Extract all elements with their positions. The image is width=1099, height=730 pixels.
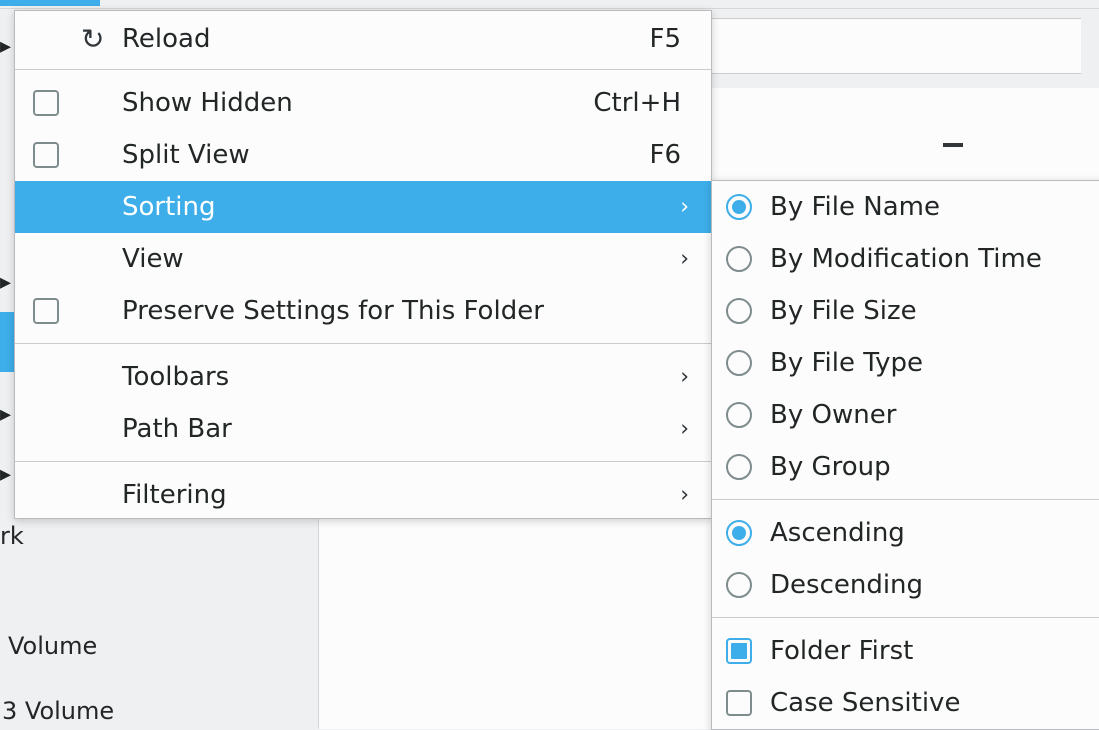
radio-by-file-name[interactable]	[726, 194, 752, 220]
sort-by-group[interactable]: By Group	[712, 441, 1099, 493]
sort-by-file-size[interactable]: By File Size	[712, 285, 1099, 337]
menu-item-view[interactable]: View ›	[15, 233, 711, 285]
menu-item-label: Split View	[122, 140, 250, 170]
radio-by-file-size[interactable]	[726, 298, 752, 324]
submenu-item-label: By File Name	[770, 192, 940, 222]
path-bar[interactable]	[700, 18, 1081, 74]
menu-item-shortcut: F5	[649, 24, 682, 54]
menu-item-label: View	[122, 244, 184, 274]
sort-ascending[interactable]: Ascending	[712, 507, 1099, 559]
menu-separator	[712, 499, 1099, 500]
submenu-item-label: Ascending	[770, 518, 905, 548]
sort-by-file-type[interactable]: By File Type	[712, 337, 1099, 389]
folder-first-checkbox[interactable]	[726, 638, 752, 664]
menu-item-label: Reload	[122, 24, 211, 54]
dash-icon	[943, 143, 963, 147]
menu-item-toolbars[interactable]: Toolbars ›	[15, 351, 711, 403]
submenu-item-label: By Owner	[770, 400, 897, 430]
radio-by-group[interactable]	[726, 454, 752, 480]
menu-separator	[712, 617, 1099, 618]
menu-item-reload[interactable]: ↻ Reload F5	[15, 13, 711, 65]
case-sensitive-checkbox[interactable]	[726, 690, 752, 716]
menu-item-preserve-settings[interactable]: Preserve Settings for This Folder	[15, 285, 711, 337]
sidebar-item-volume-2[interactable]: 3 Volume	[2, 697, 114, 725]
submenu-item-label: By Group	[770, 452, 891, 482]
sort-by-owner[interactable]: By Owner	[712, 389, 1099, 441]
submenu-item-label: By File Type	[770, 348, 923, 378]
chevron-right-icon: ›	[680, 482, 689, 508]
menu-separator	[15, 461, 711, 462]
menu-item-label: Path Bar	[122, 414, 232, 444]
show-hidden-checkbox[interactable]	[33, 90, 59, 116]
sidebar-fragment: ▸	[0, 34, 12, 59]
chevron-right-icon: ›	[680, 416, 689, 442]
menu-item-shortcut: F6	[649, 140, 682, 170]
folder-first[interactable]: Folder First	[712, 625, 1099, 677]
radio-descending[interactable]	[726, 572, 752, 598]
sorting-submenu: By File Name By Modification Time By Fil…	[711, 180, 1099, 730]
submenu-item-label: Folder First	[770, 636, 914, 666]
menu-separator	[15, 69, 711, 70]
radio-by-file-type[interactable]	[726, 350, 752, 376]
case-sensitive[interactable]: Case Sensitive	[712, 677, 1099, 729]
submenu-item-label: Case Sensitive	[770, 688, 961, 718]
folder-view-header	[700, 88, 1099, 181]
sort-by-file-name[interactable]: By File Name	[712, 181, 1099, 233]
menu-item-sorting[interactable]: Sorting ›	[15, 181, 711, 233]
view-menu: ↻ Reload F5 Show Hidden Ctrl+H Split Vie…	[14, 10, 712, 519]
menu-item-path-bar[interactable]: Path Bar ›	[15, 403, 711, 455]
chevron-right-icon: ›	[680, 364, 689, 390]
preserve-settings-checkbox[interactable]	[33, 298, 59, 324]
split-view-checkbox[interactable]	[33, 142, 59, 168]
menu-item-label: Show Hidden	[122, 88, 293, 118]
sidebar-fragment: ▸	[0, 402, 12, 427]
radio-ascending[interactable]	[726, 520, 752, 546]
menu-item-label: Sorting	[122, 192, 216, 222]
menu-item-filtering[interactable]: Filtering ›	[15, 469, 711, 521]
window-top-bar	[0, 0, 1099, 9]
chevron-right-icon: ›	[680, 194, 689, 220]
menu-item-split-view[interactable]: Split View F6	[15, 129, 711, 181]
reload-icon: ↻	[81, 22, 105, 56]
sidebar-item-network[interactable]: rk	[0, 522, 24, 550]
submenu-item-label: Descending	[770, 570, 924, 600]
radio-by-modification-time[interactable]	[726, 246, 752, 272]
submenu-item-label: By File Size	[770, 296, 917, 326]
sort-descending[interactable]: Descending	[712, 559, 1099, 611]
submenu-item-label: By Modification Time	[770, 244, 1042, 274]
active-tab-indicator	[0, 0, 100, 6]
sidebar-item-volume[interactable]: Volume	[8, 632, 97, 660]
menu-item-label: Filtering	[122, 480, 227, 510]
sidebar-selection	[0, 312, 14, 372]
menu-item-label: Preserve Settings for This Folder	[122, 296, 544, 326]
sidebar-fragment: ▸	[0, 270, 12, 295]
sort-by-modification-time[interactable]: By Modification Time	[712, 233, 1099, 285]
menu-item-label: Toolbars	[122, 362, 230, 392]
menu-separator	[15, 343, 711, 344]
menu-item-shortcut: Ctrl+H	[593, 88, 681, 118]
menu-item-show-hidden[interactable]: Show Hidden Ctrl+H	[15, 77, 711, 129]
radio-by-owner[interactable]	[726, 402, 752, 428]
chevron-right-icon: ›	[680, 246, 689, 272]
sidebar-fragment: ▸	[0, 462, 12, 487]
